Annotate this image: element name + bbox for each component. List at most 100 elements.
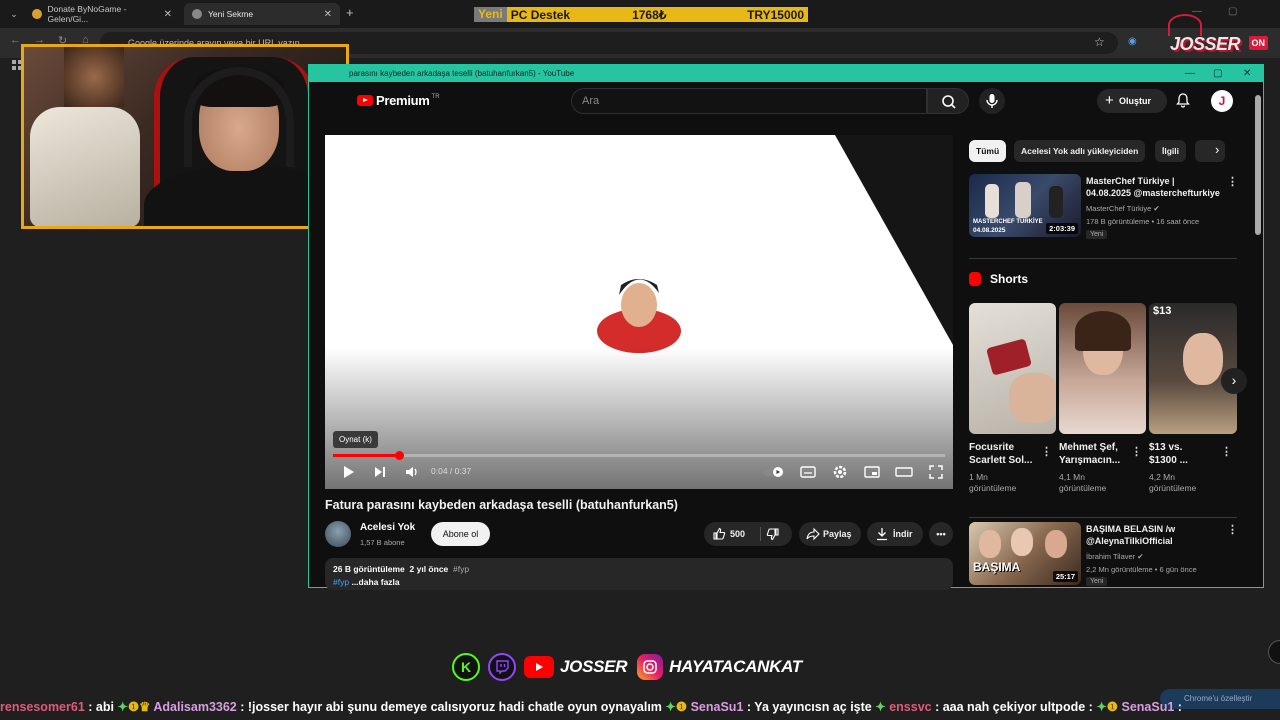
title-line: Scarlett Sol...	[969, 455, 1033, 466]
search-icon	[942, 95, 956, 109]
search-button[interactable]	[927, 88, 969, 114]
description-line2: #fyp ...daha fazla	[333, 577, 400, 587]
close-icon[interactable]: ✕	[1243, 65, 1251, 82]
hashtag-link[interactable]: #fyp	[333, 577, 349, 587]
extension-icon[interactable]: ◉	[1128, 36, 1137, 47]
chip-all[interactable]: Tümü	[969, 140, 1007, 162]
settings-gear-icon[interactable]	[831, 463, 849, 481]
badge-icon: ❶♛	[127, 700, 151, 714]
chat-user: Adalisam3362	[153, 700, 237, 714]
short-thumbnail[interactable]	[969, 303, 1056, 434]
next-video-icon[interactable]	[371, 463, 389, 481]
thumb-text: MASTERCHEF TÜRKİYE	[973, 219, 1043, 225]
channel-avatar[interactable]	[325, 521, 351, 547]
thumb-face	[979, 530, 1001, 558]
play-icon[interactable]	[339, 463, 357, 481]
logo-on-badge: ON	[1248, 36, 1268, 50]
views-count: 4,2 Mn	[1149, 472, 1175, 482]
verified-check-icon: ✔	[1137, 552, 1144, 561]
search-input[interactable]: Ara	[571, 88, 927, 114]
more-actions-button[interactable]: •••	[929, 522, 953, 546]
more-vertical-icon[interactable]: ⋮	[1227, 175, 1238, 188]
chip-from-uploader[interactable]: Acelesi Yok adlı yükleyiciden	[1014, 140, 1146, 162]
description-box[interactable]: 26 B görüntüleme 2 yıl önce #fyp #fyp ..…	[325, 558, 953, 590]
maximize-icon[interactable]: ▢	[1228, 6, 1237, 17]
more-vertical-icon[interactable]: ⋮	[1227, 523, 1238, 536]
thumb-hand	[1009, 373, 1056, 423]
video-player[interactable]	[325, 135, 953, 489]
shorts-next-chevron-icon[interactable]: ›	[1221, 368, 1247, 394]
hashtag[interactable]: #fyp	[453, 564, 469, 574]
recommendation-channel[interactable]: İbrahim Tilaver ✔	[1086, 551, 1144, 562]
chip-related[interactable]: İlgili	[1155, 140, 1186, 162]
dislike-icon[interactable]	[766, 527, 780, 541]
short-title[interactable]: $13 vs. $1300 ...	[1149, 441, 1188, 467]
title-line: 04.08.2025 @masterchefturkiye	[1086, 188, 1220, 198]
minimize-icon[interactable]: —	[1185, 65, 1195, 82]
short-views: 1 Mn görüntüleme	[969, 472, 1016, 494]
badge-icon: ❶	[1106, 700, 1119, 714]
youtube-window: parasını kaybeden arkadaşa teselli (batu…	[308, 64, 1264, 590]
thumb-face	[1011, 528, 1033, 556]
autoplay-toggle-icon[interactable]	[761, 463, 787, 481]
new-tab-plus-icon[interactable]: +	[346, 5, 354, 20]
short-views: 4,1 Mn görüntüleme	[1059, 472, 1106, 494]
miniplayer-icon[interactable]	[863, 463, 881, 481]
shorts-logo-icon	[969, 272, 981, 286]
chip-more[interactable]	[1195, 140, 1225, 162]
recommendation-channel[interactable]: MasterChef Türkiye ✔	[1086, 203, 1160, 214]
subtitles-icon[interactable]	[799, 463, 817, 481]
more-vertical-icon[interactable]: ⋮	[1131, 445, 1142, 458]
youtube-premium-logo[interactable]: Premium TR	[357, 93, 440, 108]
show-more[interactable]: ...daha fazla	[351, 577, 399, 587]
fullscreen-icon[interactable]	[927, 463, 945, 481]
bookmark-star-icon[interactable]: ☆	[1094, 35, 1105, 49]
recommendation-meta: 2,2 Mn görüntüleme • 6 gün önce	[1086, 565, 1197, 574]
close-tab-icon[interactable]: ✕	[164, 9, 172, 20]
progress-bar[interactable]	[333, 454, 945, 457]
short-views: 4,2 Mn görüntüleme	[1149, 472, 1196, 494]
account-avatar[interactable]: J	[1211, 90, 1233, 112]
subscribe-button[interactable]: Abone ol	[431, 522, 490, 546]
channel-name: İbrahim Tilaver	[1086, 552, 1136, 561]
chrome-favicon-icon	[192, 9, 202, 19]
more-vertical-icon[interactable]: ⋮	[1221, 445, 1232, 458]
create-button[interactable]: + Oluştur	[1097, 89, 1167, 113]
recommendation-thumbnail[interactable]: MASTERCHEF TÜRKİYE 04.08.2025 2:03:39	[969, 174, 1081, 237]
logo-text: JOSSER	[1170, 34, 1241, 54]
back-arrow-icon[interactable]: ←	[10, 34, 21, 46]
voice-search-button[interactable]	[979, 88, 1005, 114]
chat-user: SenaSu1	[1121, 700, 1175, 714]
channel-name[interactable]: Acelesi Yok	[360, 522, 415, 533]
kick-letter: K	[460, 659, 472, 675]
window-title: parasını kaybeden arkadaşa teselli (batu…	[349, 69, 575, 78]
short-title[interactable]: Focusrite Scarlett Sol...	[969, 441, 1032, 467]
recommendation-title[interactable]: MasterChef Türkiye | 04.08.2025 @masterc…	[1086, 175, 1220, 199]
short-thumbnail[interactable]: $13	[1149, 303, 1237, 434]
webcam-overlay	[21, 44, 349, 229]
verified-check-icon: ✔	[1153, 204, 1160, 213]
maximize-icon[interactable]: ▢	[1213, 65, 1222, 82]
tab-donate[interactable]: Donate ByNoGame - Gelen/Gi... ✕	[24, 3, 180, 25]
scrubber-handle[interactable]	[395, 451, 404, 460]
download-label: İndir	[893, 529, 913, 539]
recommendation-thumbnail[interactable]: BAŞIMA 25:17	[969, 522, 1081, 585]
volume-icon[interactable]	[403, 463, 421, 481]
short-title[interactable]: Mehmet Şef, Yarışmacın...	[1059, 441, 1120, 467]
theater-mode-icon[interactable]	[895, 463, 913, 481]
more-vertical-icon[interactable]: ⋮	[1041, 445, 1052, 458]
like-icon[interactable]	[712, 527, 726, 541]
notifications-bell-icon[interactable]	[1175, 92, 1191, 108]
tab-search-chevron-icon[interactable]: ⌄	[6, 6, 22, 22]
tab-new-tab[interactable]: Yeni Sekme ✕	[184, 3, 340, 25]
recommendation-title[interactable]: BAŞIMA BELASIN /w @AleynaTilkiOfficial	[1086, 523, 1175, 547]
download-button[interactable]: İndir	[867, 522, 923, 546]
thumb-face	[1183, 333, 1223, 385]
share-button[interactable]: Paylaş	[799, 522, 861, 546]
scrollbar-thumb[interactable]	[1255, 95, 1261, 235]
close-tab-icon[interactable]: ✕	[324, 9, 332, 20]
chips-next-chevron-icon[interactable]: ›	[1215, 142, 1219, 157]
side-panel-button[interactable]	[1268, 640, 1280, 664]
short-thumbnail[interactable]	[1059, 303, 1146, 434]
instagram-handle: HAYATACANKAT	[669, 657, 802, 676]
